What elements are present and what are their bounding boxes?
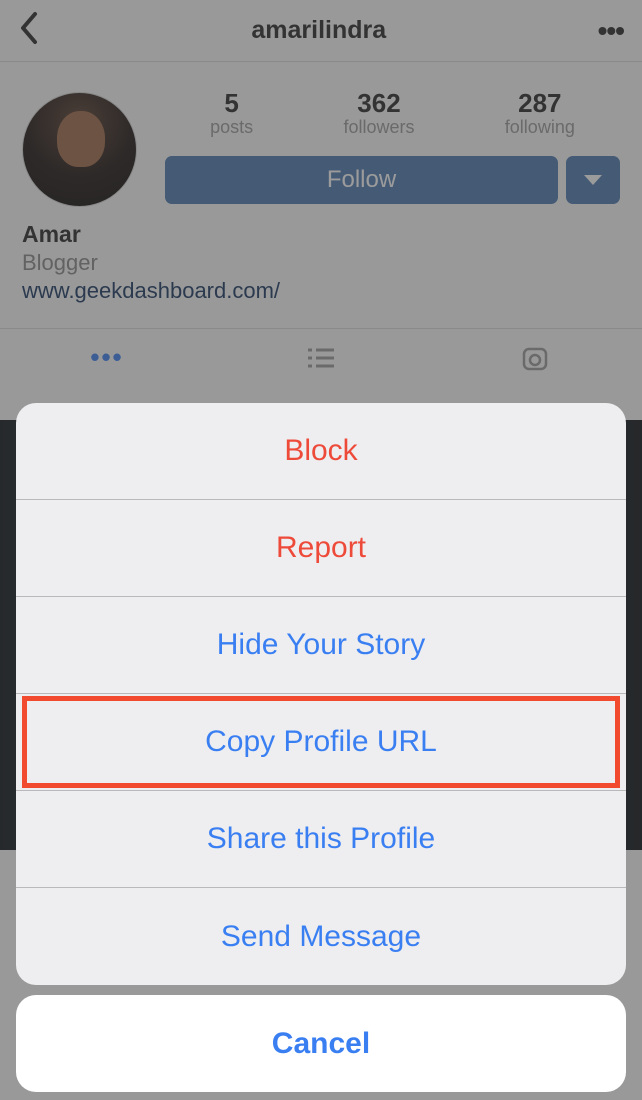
action-report[interactable]: Report: [16, 500, 626, 597]
action-copy-profile-url-label: Copy Profile URL: [205, 725, 437, 759]
action-hide-story[interactable]: Hide Your Story: [16, 597, 626, 694]
action-send-message[interactable]: Send Message: [16, 888, 626, 985]
action-block[interactable]: Block: [16, 403, 626, 500]
action-cancel[interactable]: Cancel: [16, 995, 626, 1092]
action-sheet: Block Report Hide Your Story Copy Profil…: [16, 403, 626, 1092]
action-copy-profile-url[interactable]: Copy Profile URL: [16, 694, 626, 791]
action-share-profile[interactable]: Share this Profile: [16, 791, 626, 888]
